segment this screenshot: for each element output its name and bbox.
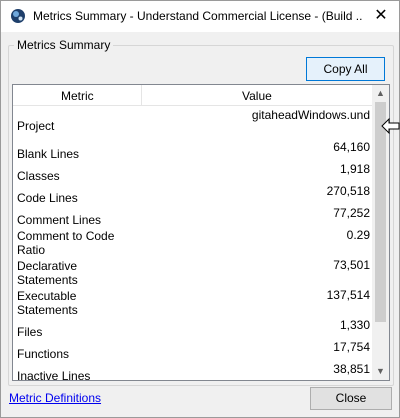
close-window-button[interactable]: ✕ bbox=[370, 5, 392, 27]
metric-name-line: Ratio bbox=[17, 243, 46, 257]
metric-name: Executable Statements bbox=[17, 289, 78, 317]
table-row[interactable]: Classes 1,918 bbox=[13, 161, 372, 183]
metric-value: 1,330 bbox=[339, 318, 370, 332]
metric-value: 1,918 bbox=[339, 162, 370, 176]
table-row[interactable]: Inactive Lines 38,851 bbox=[13, 361, 372, 381]
metric-value: 38,851 bbox=[333, 362, 370, 376]
metric-name: Files bbox=[17, 325, 43, 339]
table-row[interactable]: Comment to Code Ratio 0.29 bbox=[13, 227, 372, 257]
table-row[interactable]: Executable Statements 137,514 bbox=[13, 287, 372, 317]
column-header-value[interactable]: Value bbox=[242, 89, 272, 103]
metric-name: Functions bbox=[17, 347, 70, 361]
app-icon bbox=[11, 9, 25, 23]
metric-name: Classes bbox=[17, 169, 60, 183]
metric-value: 0.29 bbox=[346, 228, 370, 242]
scroll-thumb[interactable] bbox=[375, 102, 386, 322]
list-header: Metric Value bbox=[13, 85, 372, 106]
metric-name: Blank Lines bbox=[17, 147, 80, 161]
metric-name: Declarative Statements bbox=[17, 259, 78, 287]
metric-value: 17,754 bbox=[333, 340, 370, 354]
title-bar[interactable]: Metrics Summary - Understand Commercial … bbox=[1, 1, 399, 32]
table-row[interactable]: Project gitaheadWindows.und bbox=[13, 105, 372, 139]
metric-name: Inactive Lines bbox=[17, 369, 91, 381]
metric-name-line: Comment to Code bbox=[17, 229, 115, 243]
metric-definitions-link[interactable]: Metric Definitions bbox=[9, 391, 101, 405]
table-row[interactable]: Comment Lines 77,252 bbox=[13, 205, 372, 227]
metric-name-line: Statements bbox=[17, 303, 78, 317]
metric-value: 137,514 bbox=[326, 288, 370, 302]
copy-all-button[interactable]: Copy All bbox=[306, 57, 385, 81]
metric-value: 73,501 bbox=[333, 258, 370, 272]
metrics-summary-window: Metrics Summary - Understand Commercial … bbox=[0, 0, 400, 418]
table-row[interactable]: Code Lines 270,518 bbox=[13, 183, 372, 205]
group-label: Metrics Summary bbox=[14, 38, 114, 52]
window-title: Metrics Summary - Understand Commercial … bbox=[33, 9, 363, 23]
scroll-up-icon[interactable]: ▲ bbox=[372, 85, 389, 102]
metric-name-line: Statements bbox=[17, 273, 78, 287]
table-row[interactable]: Files 1,330 bbox=[13, 317, 372, 339]
metric-name: Project bbox=[17, 119, 55, 133]
metrics-list[interactable]: Metric Value Project gitaheadWindows.und B… bbox=[12, 84, 390, 381]
metric-name-line: Executable bbox=[17, 289, 77, 303]
metric-name-line: Declarative bbox=[17, 259, 78, 273]
table-row[interactable]: Blank Lines 64,160 bbox=[13, 139, 372, 161]
table-row[interactable]: Declarative Statements 73,501 bbox=[13, 257, 372, 287]
metric-name: Comment Lines bbox=[17, 213, 102, 227]
metric-name: Comment to Code Ratio bbox=[17, 229, 114, 257]
metric-value: gitaheadWindows.und bbox=[251, 108, 370, 122]
close-button[interactable]: Close bbox=[310, 387, 392, 410]
resize-cursor-icon bbox=[381, 118, 400, 134]
scroll-down-icon[interactable]: ▼ bbox=[372, 363, 389, 380]
metric-name: Code Lines bbox=[17, 191, 78, 205]
metric-value: 64,160 bbox=[333, 140, 370, 154]
table-row[interactable]: Functions 17,754 bbox=[13, 339, 372, 361]
metric-value: 270,518 bbox=[326, 184, 370, 198]
column-separator[interactable] bbox=[141, 85, 142, 105]
metric-value: 77,252 bbox=[333, 206, 370, 220]
column-header-metric[interactable]: Metric bbox=[61, 89, 94, 103]
